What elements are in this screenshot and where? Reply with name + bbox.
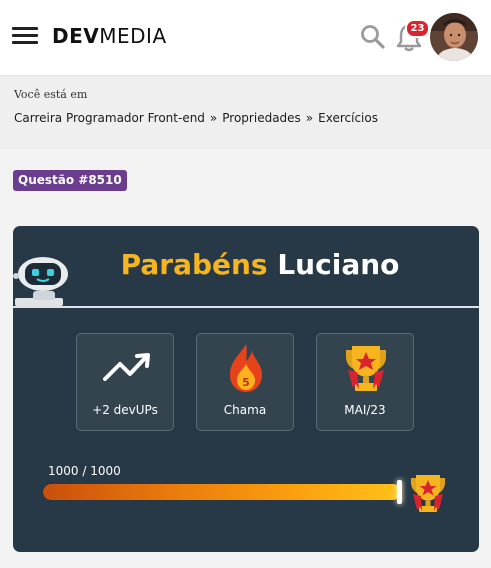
top-header: DEVMEDIA 23 [0,0,491,76]
trending-up-icon [103,353,150,381]
progress-fill [43,484,401,500]
search-icon[interactable] [360,24,386,50]
logo-light-text: MEDIA [99,24,167,48]
breadcrumb-hint: Você está em [14,88,88,101]
logo-bold-text: DEV [52,24,100,48]
congrats-title: Parabéns Luciano [13,248,479,281]
progress-track [43,484,401,500]
trophy-icon [346,346,386,391]
notification-badge[interactable]: 23 [405,19,430,38]
congrats-card: Parabéns Luciano +2 devUPs 5 Chama MAI/2… [13,226,479,552]
breadcrumb-item-propriedades[interactable]: Propriedades [222,111,301,125]
stat-devups: +2 devUPs [76,333,174,431]
menu-icon[interactable] [12,27,38,45]
user-name: Luciano [277,248,400,281]
stat-chama-label: Chama [223,403,267,417]
breadcrumb-separator: » [305,111,314,125]
trophy-icon [407,470,449,514]
devmedia-logo[interactable]: DEVMEDIA [52,24,167,48]
progress-endcap [397,480,402,504]
avatar[interactable] [430,13,478,61]
stat-month-label: MAI/23 [344,403,386,417]
flame-value: 5 [242,376,250,389]
question-tag: Questão #8510 [13,170,127,191]
breadcrumb-separator: » [209,111,218,125]
flame-icon: 5 [230,344,262,392]
breadcrumb-area: Você está em Carreira Programador Front-… [0,76,491,149]
card-divider [13,306,479,308]
breadcrumb: Carreira Programador Front-end » Proprieda… [14,111,378,125]
stat-month: MAI/23 [316,333,414,431]
breadcrumb-item-exercicios[interactable]: Exercícios [318,111,378,125]
stat-chama: 5 Chama [196,333,294,431]
stat-devups-label: +2 devUPs [92,403,158,417]
congrats-word: Parabéns [120,248,268,281]
progress-label: 1000 / 1000 [48,464,121,478]
breadcrumb-item-carreira[interactable]: Carreira Programador Front-end [14,111,205,125]
